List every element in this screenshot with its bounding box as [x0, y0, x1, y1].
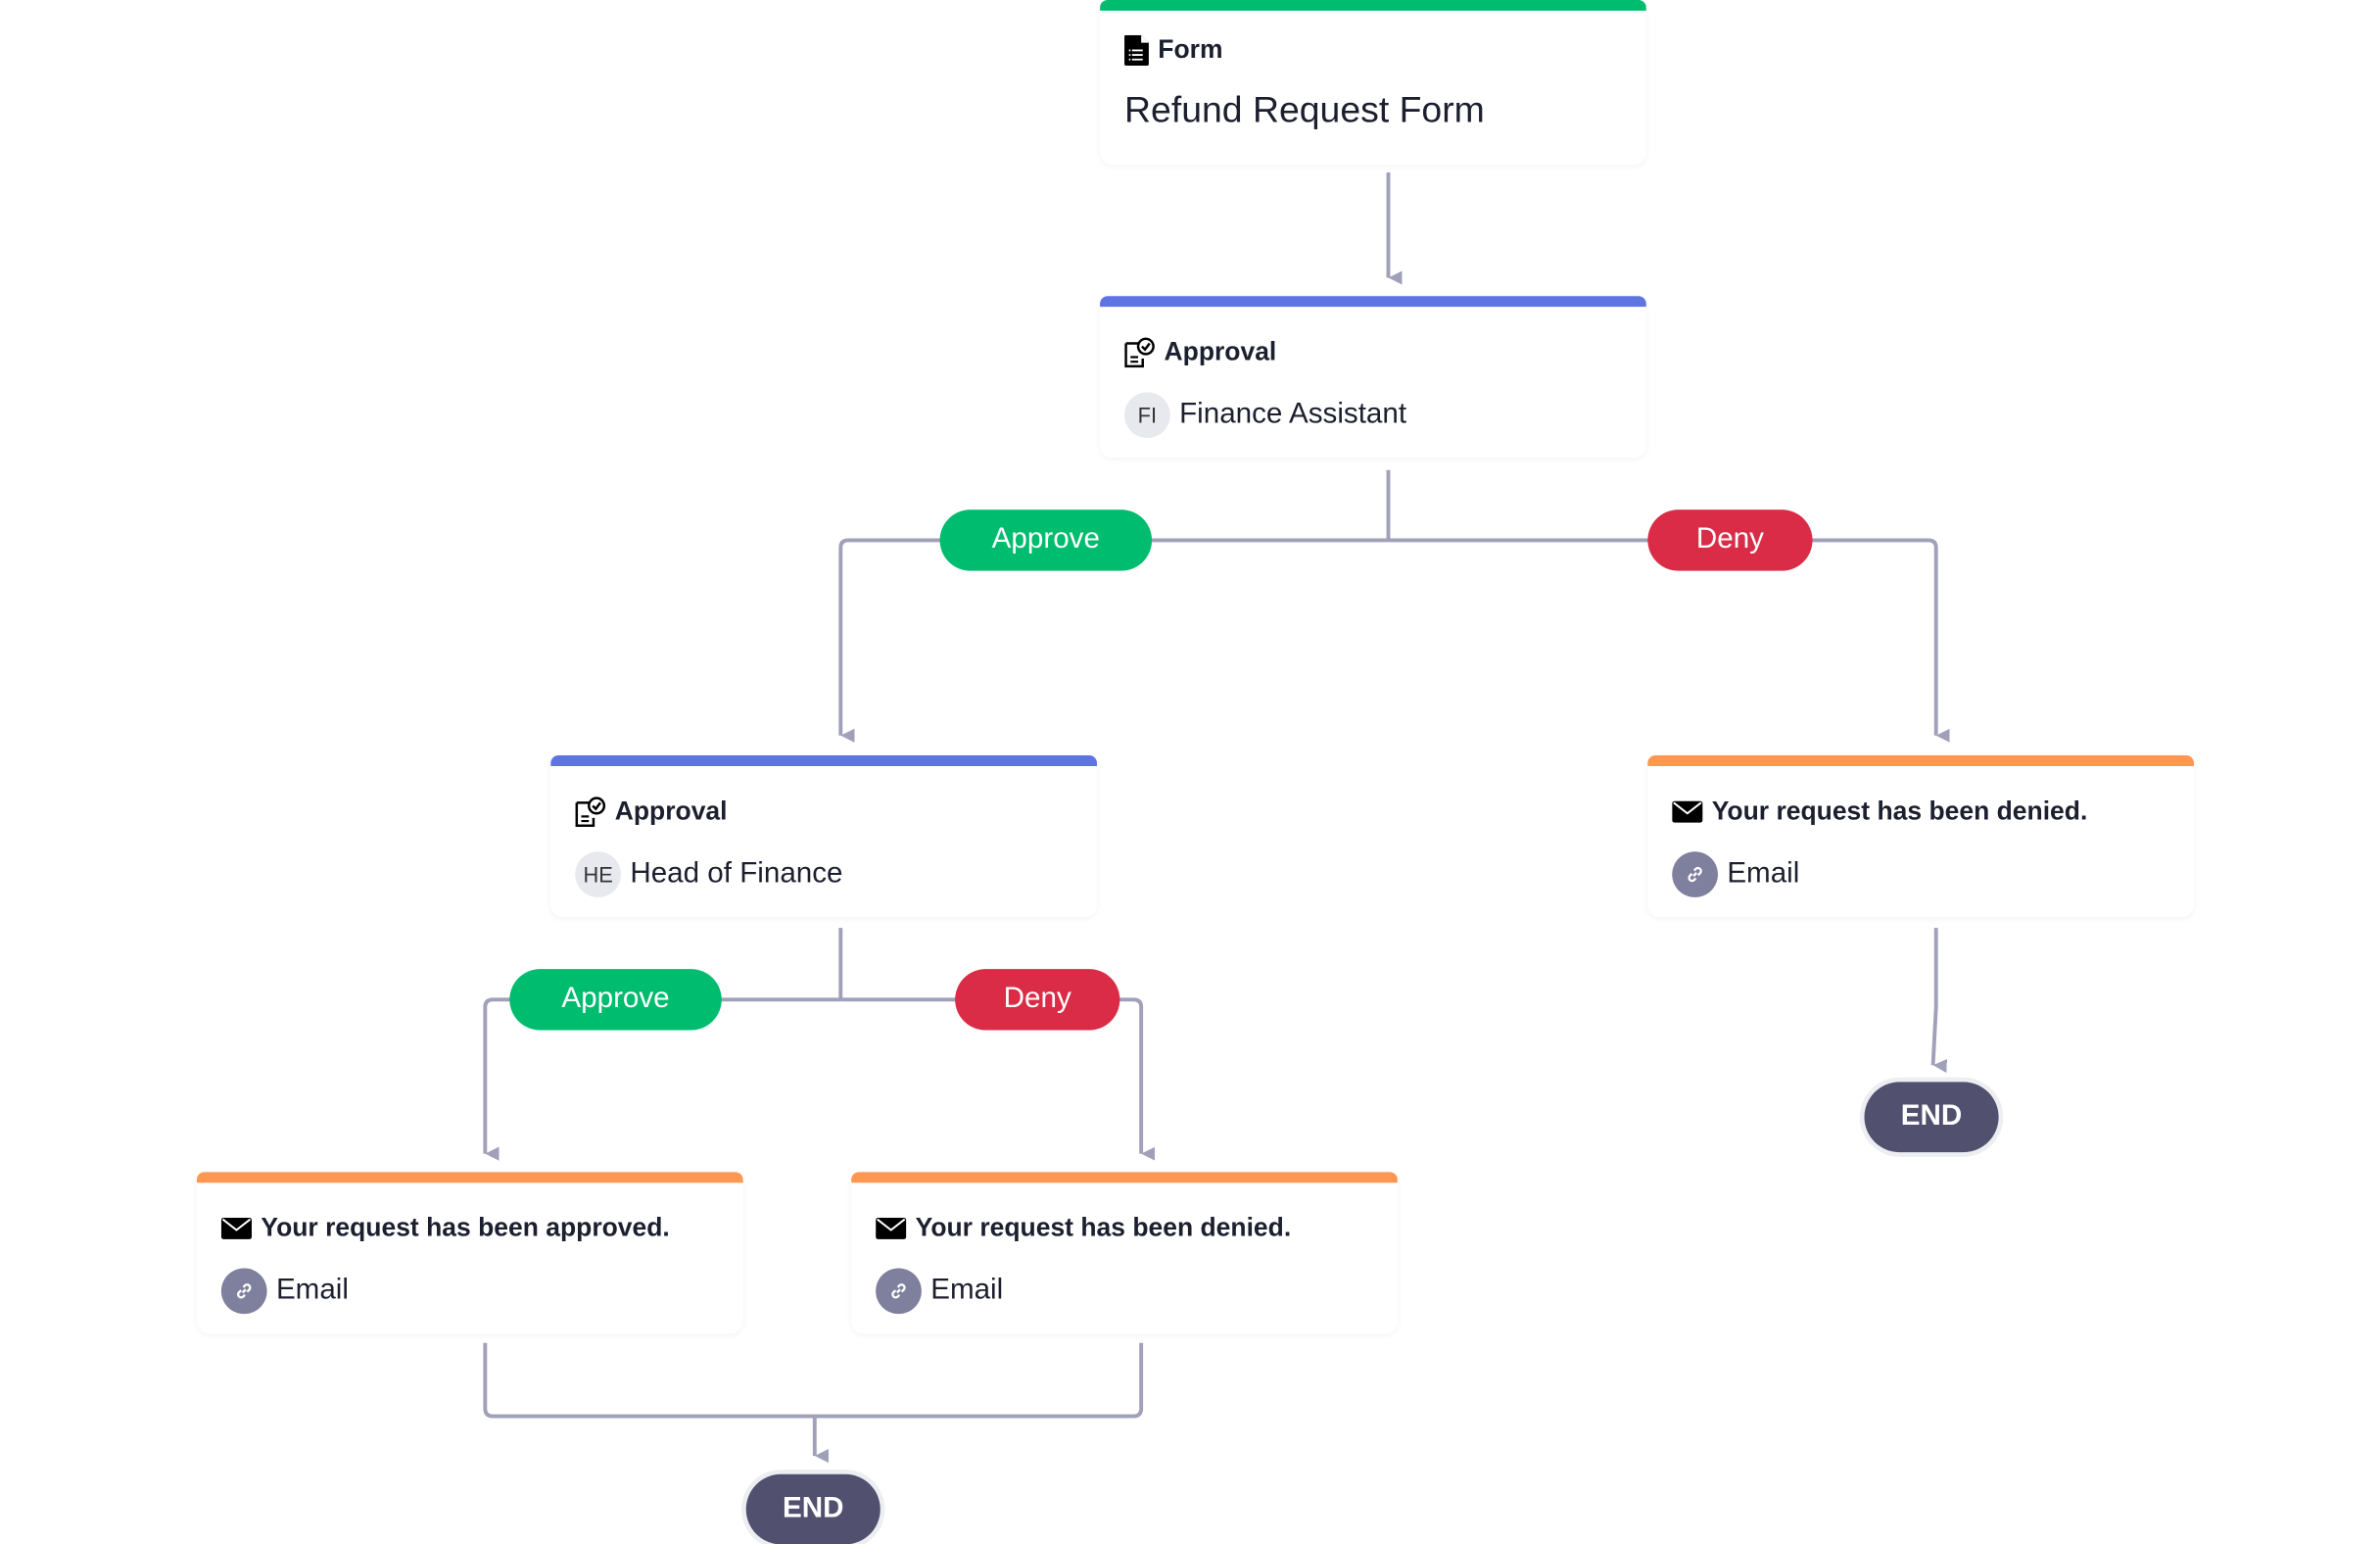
envelope-icon [876, 1218, 907, 1239]
approval-node-head-of-finance[interactable]: Approval HE Head of Finance [550, 755, 1097, 918]
envelope-icon [220, 1218, 253, 1239]
link-icon [220, 1268, 267, 1315]
form-node-bar [1100, 0, 1646, 11]
workflow-canvas: Form Refund Request Form Approval FI Fin… [0, 0, 2380, 1544]
avatar: HE [575, 851, 621, 897]
email-node-bar [851, 1172, 1398, 1183]
end-node[interactable]: END [1864, 1082, 1999, 1153]
approval-node-bar [1100, 296, 1646, 308]
approval-icon [575, 796, 606, 827]
node-type-label: Approval [614, 796, 728, 826]
assignee-name: Finance Assistant [1179, 398, 1407, 431]
email-node-approved[interactable]: Your request has been approved. Email [196, 1172, 743, 1334]
deny-branch-button[interactable]: Deny [955, 969, 1120, 1031]
email-channel: Email [275, 1274, 349, 1307]
approval-node-bar [550, 755, 1097, 766]
email-node-bar [1647, 755, 2194, 766]
link-icon [876, 1268, 922, 1315]
email-subject: Your request has been denied. [915, 1213, 1292, 1242]
connector-deny-branch-1 [1388, 538, 1936, 735]
email-node-denied-right[interactable]: Your request has been denied. Email [1647, 755, 2194, 918]
form-document-icon [1124, 34, 1149, 66]
email-node-denied-left[interactable]: Your request has been denied. Email [851, 1172, 1398, 1334]
envelope-icon [1672, 800, 1703, 823]
node-type-label: Approval [1164, 337, 1277, 366]
connector-merge [483, 1342, 1144, 1419]
approve-branch-button[interactable]: Approve [509, 969, 722, 1031]
form-node[interactable]: Form Refund Request Form [1100, 0, 1646, 166]
assignee-name: Head of Finance [630, 857, 843, 891]
deny-branch-button[interactable]: Deny [1647, 509, 1813, 571]
email-subject: Your request has been denied. [1711, 796, 2088, 826]
email-subject: Your request has been approved. [261, 1213, 670, 1242]
link-icon [1672, 851, 1718, 897]
avatar: FI [1124, 392, 1170, 439]
email-channel: Email [930, 1274, 1004, 1307]
form-title: Refund Request Form [1124, 89, 1485, 131]
end-node[interactable]: END [745, 1473, 881, 1544]
approve-branch-button[interactable]: Approve [939, 509, 1153, 571]
connector-denied-end [1930, 928, 1936, 1065]
approval-icon [1124, 337, 1155, 368]
approval-node-finance-assistant[interactable]: Approval FI Finance Assistant [1100, 296, 1646, 458]
email-node-bar [196, 1172, 743, 1183]
node-type-label: Form [1158, 34, 1223, 65]
email-channel: Email [1727, 857, 1800, 891]
